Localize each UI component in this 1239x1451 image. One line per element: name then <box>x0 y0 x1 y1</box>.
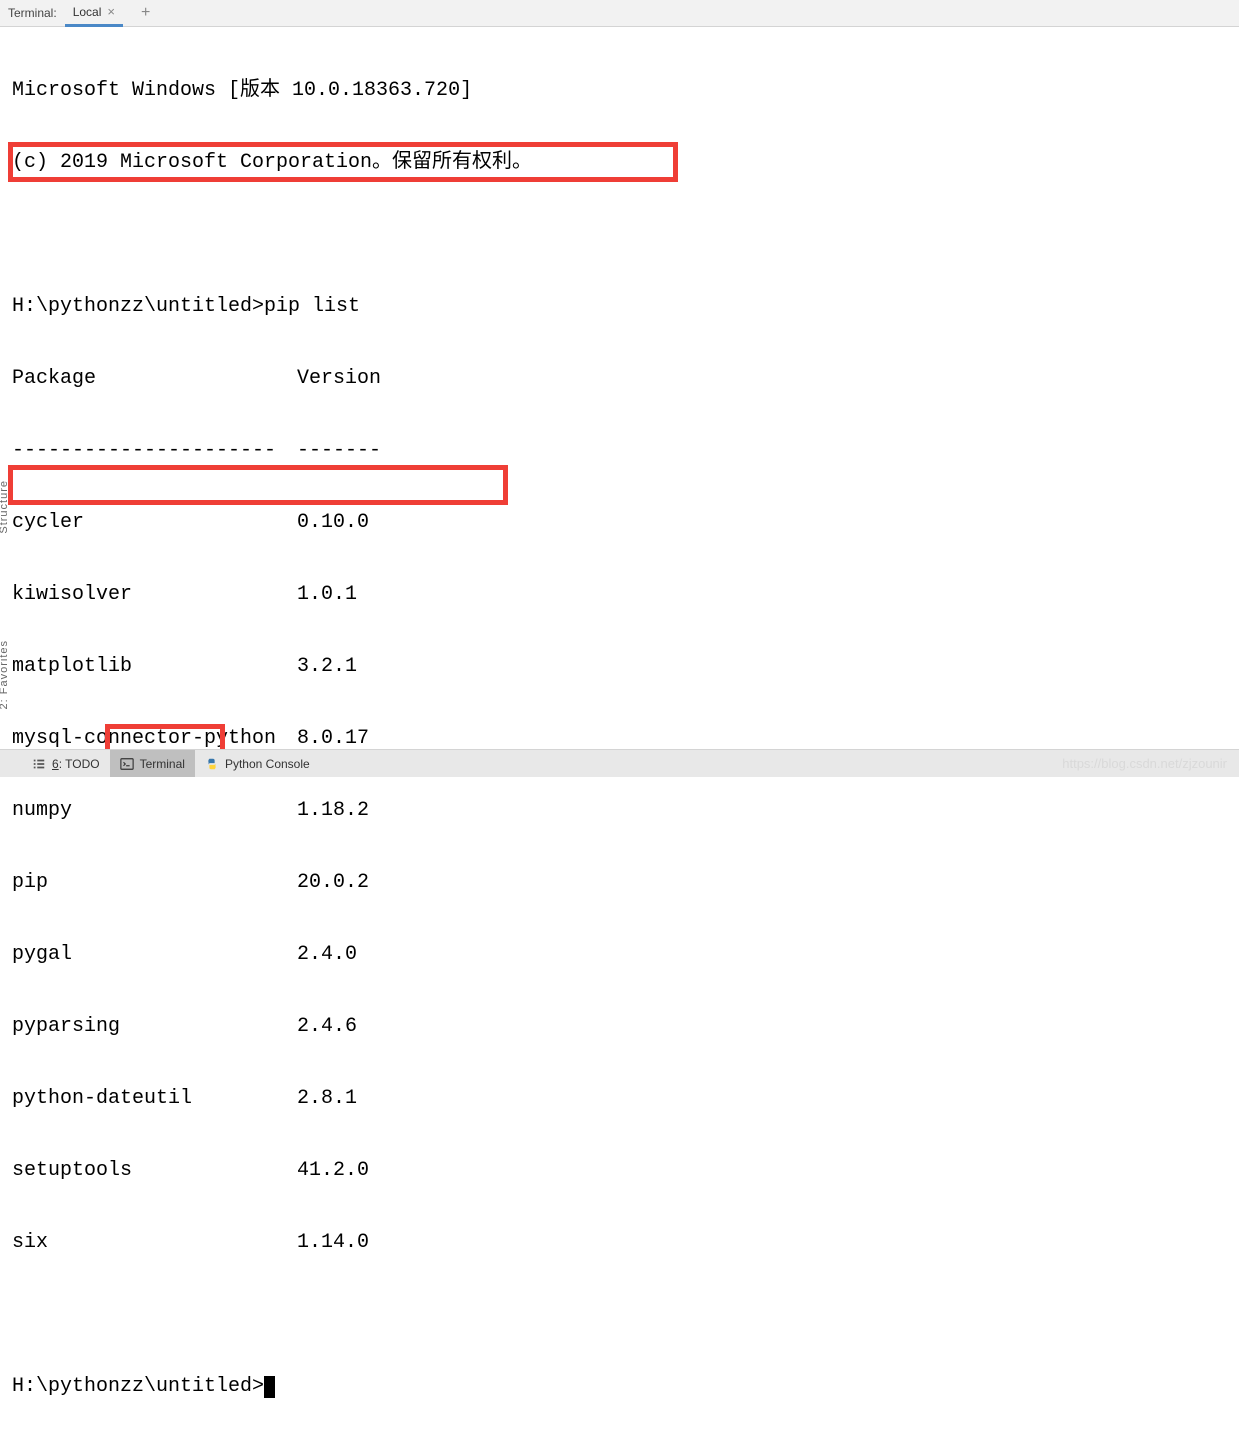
package-name: six <box>12 1225 297 1261</box>
terminal-panel-label: Terminal: <box>8 6 57 20</box>
terminal-command-line: H:\pythonzz\untitled>pip list <box>12 289 1227 325</box>
package-name: matplotlib <box>12 649 297 685</box>
package-name: python-dateutil <box>12 1081 297 1117</box>
package-name: pygal <box>12 937 297 973</box>
pip-list-header-version: Version <box>297 361 381 397</box>
terminal-tab-local[interactable]: Local × <box>65 0 123 27</box>
package-name: setuptools <box>12 1153 297 1189</box>
package-version: 0.10.0 <box>297 505 369 541</box>
close-tab-icon[interactable]: × <box>107 5 115 18</box>
package-name: pip <box>12 865 297 901</box>
package-version: 1.0.1 <box>297 577 357 613</box>
terminal-icon <box>120 757 134 771</box>
terminal-banner-line: (c) 2019 Microsoft Corporation。保留所有权利。 <box>12 145 1227 181</box>
package-version: 2.8.1 <box>297 1081 357 1117</box>
bottom-tool-bar: 6: TODO Terminal Python Console <box>0 749 1239 777</box>
bottom-tab-todo[interactable]: 6: TODO <box>22 750 110 777</box>
package-name: cycler <box>12 505 297 541</box>
pip-list-divider: ---------------------- <box>12 433 297 469</box>
bottom-tab-python-console[interactable]: Python Console <box>195 750 320 777</box>
todo-hotkey: 6 <box>52 757 59 771</box>
terminal-tab-label: Terminal <box>140 757 185 771</box>
python-icon <box>205 757 219 771</box>
pip-list-divider: ------- <box>297 433 381 469</box>
package-name: numpy <box>12 793 297 829</box>
terminal-tab-bar: Terminal: Local × + <box>0 0 1239 27</box>
side-tool-structure[interactable]: Structure <box>0 480 16 534</box>
terminal-cursor <box>264 1376 275 1398</box>
add-tab-icon[interactable]: + <box>135 3 156 23</box>
package-version: 2.4.0 <box>297 937 357 973</box>
bottom-tab-terminal[interactable]: Terminal <box>110 750 195 777</box>
list-icon <box>32 757 46 771</box>
python-console-label: Python Console <box>225 757 310 771</box>
package-version: 41.2.0 <box>297 1153 369 1189</box>
pip-list-header-package: Package <box>12 361 297 397</box>
package-name: kiwisolver <box>12 577 297 613</box>
package-version: 1.14.0 <box>297 1225 369 1261</box>
terminal-output[interactable]: Microsoft Windows [版本 10.0.18363.720] (c… <box>0 27 1239 1451</box>
package-name: pyparsing <box>12 1009 297 1045</box>
todo-label: : TODO <box>59 757 100 771</box>
package-version: 3.2.1 <box>297 649 357 685</box>
package-version: 2.4.6 <box>297 1009 357 1045</box>
package-version: 20.0.2 <box>297 865 369 901</box>
terminal-tab-name: Local <box>73 5 102 19</box>
package-version: 1.18.2 <box>297 793 369 829</box>
terminal-prompt: H:\pythonzz\untitled> <box>12 1375 264 1398</box>
side-tool-favorites[interactable]: 2: Favorites <box>0 640 16 709</box>
terminal-banner-line: Microsoft Windows [版本 10.0.18363.720] <box>12 73 1227 109</box>
